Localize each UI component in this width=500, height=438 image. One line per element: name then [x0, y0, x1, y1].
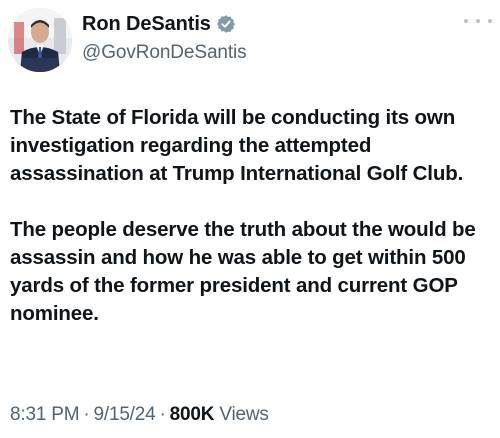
more-dot	[476, 19, 480, 23]
avatar[interactable]	[8, 8, 72, 72]
tweet-card: Ron DeSantis @GovRonDeSantis The State o…	[0, 0, 500, 438]
user-handle[interactable]: @GovRonDeSantis	[82, 42, 247, 64]
more-dot	[464, 19, 468, 23]
tweet-paragraph: The people deserve the truth about the w…	[10, 218, 476, 325]
tweet-text: The State of Florida will be conducting …	[10, 104, 495, 328]
views-label: Views	[219, 404, 269, 425]
display-name[interactable]: Ron DeSantis	[82, 13, 211, 36]
tweet-meta: 8:31 PM · 9/15/24 · 800K Views	[10, 404, 269, 426]
tweet-paragraph: The State of Florida will be conducting …	[10, 106, 464, 185]
tweet-date[interactable]: 9/15/24	[94, 404, 156, 425]
more-options-icon[interactable]	[464, 12, 492, 30]
avatar-photo	[8, 8, 72, 72]
separator: ·	[159, 404, 166, 425]
verified-badge-icon[interactable]	[216, 14, 236, 34]
name-row: Ron DeSantis	[82, 11, 247, 37]
separator: ·	[83, 404, 90, 425]
author-block: Ron DeSantis @GovRonDeSantis	[82, 11, 247, 64]
tweet-time[interactable]: 8:31 PM	[10, 404, 80, 425]
more-dot	[488, 19, 492, 23]
views-count: 800K	[169, 404, 215, 425]
